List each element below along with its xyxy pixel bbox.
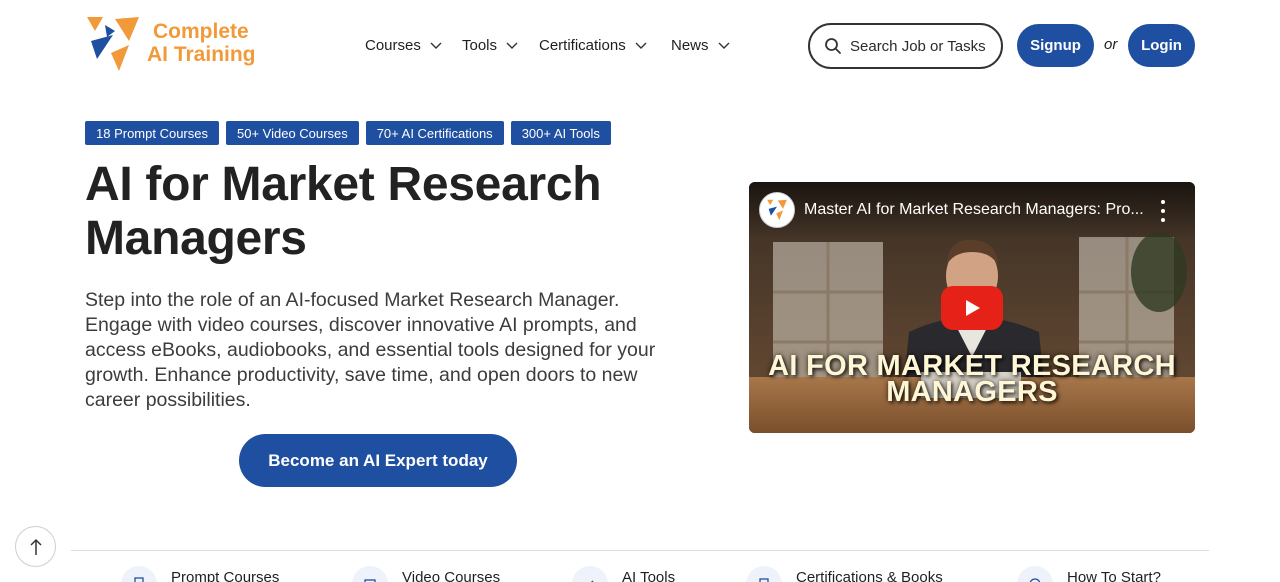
bottom-nav-video-courses[interactable]: Video Courses: [352, 566, 500, 582]
video-overlay-text: AI FOR MARKET RESEARCH MANAGERS: [749, 352, 1195, 408]
or-text: or: [1104, 36, 1118, 53]
site-header: Complete AI Training Courses Tools Certi…: [0, 0, 1280, 92]
main-nav: Courses Tools Certifications News: [365, 34, 751, 56]
video-icon: [352, 566, 388, 582]
nav-news-label: News: [671, 36, 709, 54]
chevron-down-icon: [635, 42, 647, 49]
nav-courses-label: Courses: [365, 36, 421, 54]
search-input[interactable]: Search Job or Tasks: [808, 23, 1003, 69]
bottom-nav-label: Video Courses: [402, 568, 501, 582]
book-icon: [746, 566, 782, 582]
video-overlay-line-2: MANAGERS: [886, 376, 1058, 408]
video-title[interactable]: Master AI for Market Research Managers: …: [804, 201, 1149, 219]
bottom-nav-label: Certifications & Books: [796, 568, 943, 582]
bottom-nav-label: AI Tools: [622, 568, 676, 582]
chevron-down-icon: [718, 42, 730, 49]
tag-ai-tools[interactable]: 300+ AI Tools: [510, 121, 611, 145]
tag-video-courses[interactable]: 50+ Video Courses: [226, 121, 359, 145]
logo-text: Complete AI Training: [147, 20, 256, 66]
bottom-nav-ai-tools[interactable]: AI Tools: [572, 566, 675, 582]
question-icon: [1017, 566, 1053, 582]
logo-line-1: Complete: [153, 20, 249, 43]
hero-description: Step into the role of an AI-focused Mark…: [85, 289, 656, 411]
arrow-up-icon: [29, 538, 42, 555]
logo-icon: [87, 17, 139, 71]
bottom-nav-label: Prompt Courses: [171, 568, 280, 582]
wrench-icon: [572, 566, 608, 582]
signup-button[interactable]: Signup: [1017, 24, 1094, 67]
document-icon: [121, 566, 157, 582]
chevron-down-icon: [506, 42, 518, 49]
bottom-nav-how-to-start[interactable]: How To Start?: [1017, 566, 1161, 582]
chevron-down-icon: [430, 42, 442, 49]
video-player[interactable]: Master AI for Market Research Managers: …: [749, 182, 1195, 433]
login-button[interactable]: Login: [1128, 24, 1195, 67]
bottom-category-nav: Prompt Courses Video Courses AI Tools Ce…: [0, 566, 1280, 582]
nav-news[interactable]: News: [671, 34, 751, 56]
nav-courses[interactable]: Courses: [365, 34, 462, 56]
search-placeholder: Search Job or Tasks: [850, 37, 986, 55]
more-options-icon[interactable]: [1157, 200, 1169, 222]
nav-tools-label: Tools: [462, 36, 498, 54]
bottom-nav-prompt-courses[interactable]: Prompt Courses: [121, 566, 279, 582]
section-divider: [71, 550, 1209, 551]
tag-ai-certifications[interactable]: 70+ AI Certifications: [365, 121, 504, 145]
search-icon: [825, 38, 841, 54]
scroll-to-top-button[interactable]: [15, 526, 56, 567]
stats-tags: 18 Prompt Courses 50+ Video Courses 70+ …: [85, 121, 611, 145]
channel-avatar[interactable]: [759, 192, 795, 228]
bottom-nav-certifications-books[interactable]: Certifications & Books: [746, 566, 943, 582]
nav-certifications-label: Certifications: [539, 36, 626, 54]
play-icon: [966, 300, 980, 316]
bottom-nav-label: How To Start?: [1067, 568, 1161, 582]
logo[interactable]: Complete AI Training: [85, 14, 265, 74]
play-button[interactable]: [941, 286, 1003, 330]
become-expert-button[interactable]: Become an AI Expert today: [239, 434, 517, 487]
logo-icon: [767, 199, 787, 221]
nav-certifications[interactable]: Certifications: [539, 34, 671, 56]
page-title: AI for Market Research Managers: [85, 158, 602, 265]
logo-line-2: AI Training: [147, 43, 256, 66]
tag-prompt-courses[interactable]: 18 Prompt Courses: [85, 121, 219, 145]
nav-tools[interactable]: Tools: [462, 34, 539, 56]
